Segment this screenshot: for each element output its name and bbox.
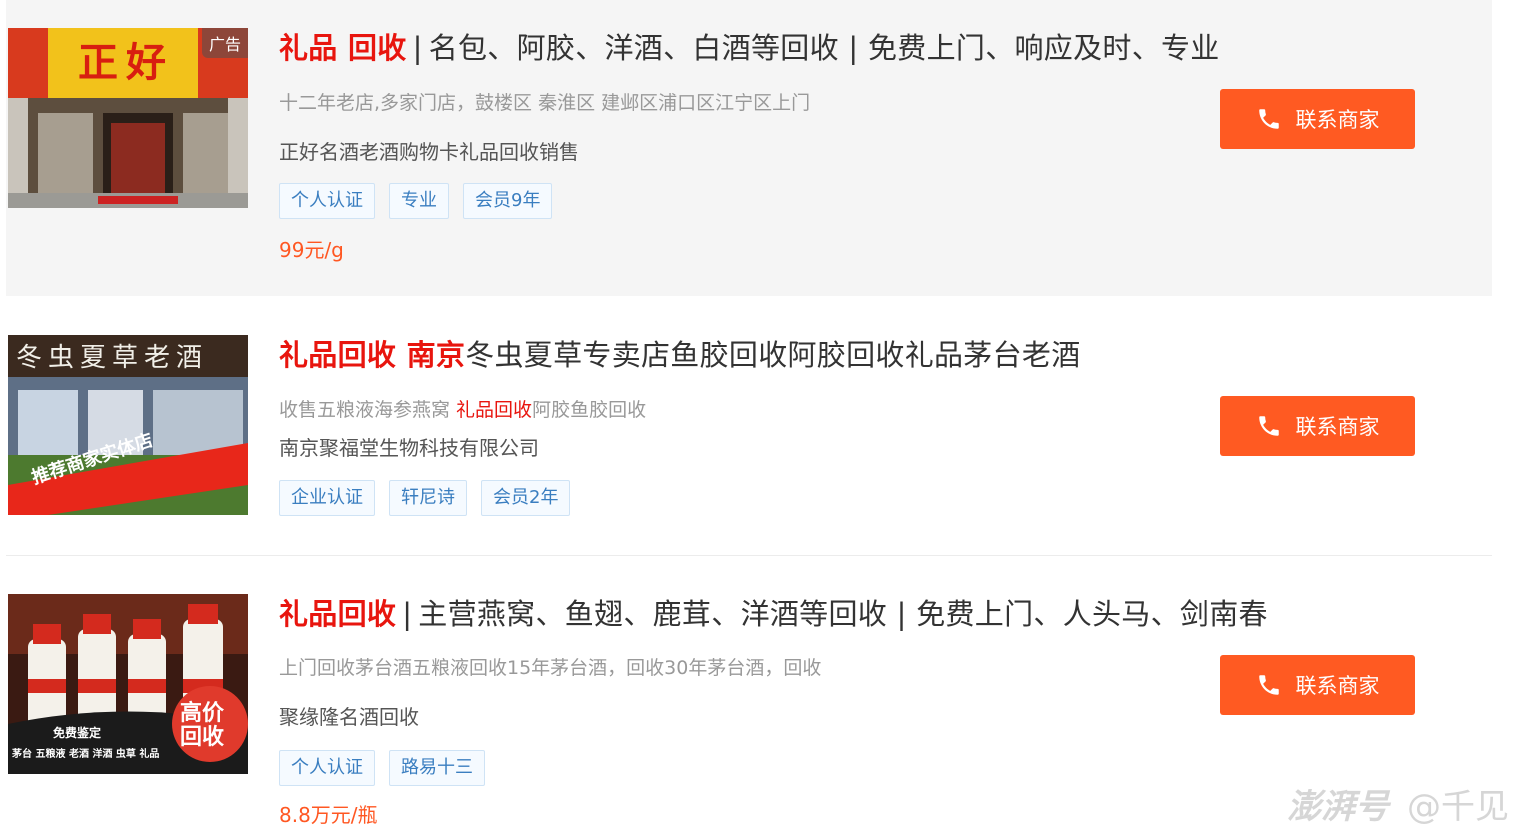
tag-list-1: 个人认证 专业 会员9年	[279, 183, 553, 219]
title-text: 主营燕窝、鱼翅、鹿茸、洋酒等回收 | 免费上门、人头马、剑南春	[418, 597, 1268, 631]
tag-category: 路易十三	[389, 750, 485, 786]
contact-merchant-button[interactable]: 联系商家	[1220, 655, 1415, 715]
tag-category: 轩尼诗	[389, 480, 467, 516]
desc-suffix: 阿胶鱼胶回收	[532, 399, 647, 421]
contact-button-label: 联系商家	[1295, 674, 1380, 698]
watermark-author: @千见	[1407, 787, 1509, 827]
listing-title-2[interactable]: 礼品回收 南京冬虫夏草专卖店鱼胶回收阿胶回收礼品茅台老酒	[279, 337, 1081, 373]
tag-list-2: 企业认证 轩尼诗 会员2年	[279, 480, 571, 516]
desc-highlight: 礼品回收	[456, 399, 533, 421]
thumb-badge-line-2: 回收	[180, 725, 225, 750]
tag-membership: 会员9年	[463, 183, 553, 219]
watermark: 澎湃号 @千见	[1287, 779, 1509, 828]
store-thumbnail-3[interactable]: 免费鉴定 茅台 五粮液 老酒 洋酒 虫草 礼品 高价 回收	[8, 594, 248, 774]
thumb-badge-line-1: 高价	[180, 701, 225, 726]
contact-button-label: 联系商家	[1295, 415, 1380, 439]
thumb-badge: 高价 回收	[180, 702, 224, 750]
tag-verification: 个人认证	[279, 183, 375, 219]
store-thumbnail-1[interactable]: 正好 广告	[8, 28, 248, 208]
title-text: 名包、阿胶、洋酒、白酒等回收 | 免费上门、响应及时、专业	[428, 31, 1220, 65]
desc-prefix: 收售五粮液海参燕窝	[279, 399, 457, 421]
tag-membership: 会员2年	[481, 480, 571, 516]
store-thumbnail-2[interactable]: 冬虫夏草老酒 推荐商家实体店	[8, 335, 248, 515]
company-name-2[interactable]: 南京聚福堂生物科技有限公司	[279, 435, 539, 461]
price-1: 99元/g	[279, 238, 344, 262]
phone-icon	[1258, 109, 1279, 129]
tag-verification: 个人认证	[279, 750, 375, 786]
contact-button-label: 联系商家	[1295, 108, 1380, 132]
listing-title-1[interactable]: 礼品 回收 | 名包、阿胶、洋酒、白酒等回收 | 免费上门、响应及时、专业	[279, 30, 1220, 66]
title-text: 冬虫夏草专卖店鱼胶回收阿胶回收礼品茅台老酒	[465, 338, 1081, 372]
listing-description-1: 十二年老店,多家门店，鼓楼区 秦淮区 建邺区浦口区江宁区上门	[279, 92, 811, 114]
listing-card-2[interactable]: 冬虫夏草老酒 推荐商家实体店 礼品回收 南京冬虫夏草专卖店鱼胶回收阿胶回收礼品茅…	[6, 296, 1492, 556]
company-name-1[interactable]: 正好名酒老酒购物卡礼品回收销售	[279, 139, 579, 165]
ad-badge: 广告	[201, 28, 248, 58]
title-keyword: 礼品回收	[279, 597, 397, 631]
thumb-strip-title: 免费鉴定	[53, 726, 102, 740]
listing-title-3[interactable]: 礼品回收 | 主营燕窝、鱼翅、鹿茸、洋酒等回收 | 免费上门、人头马、剑南春	[279, 596, 1268, 632]
company-name-3[interactable]: 聚缘隆名酒回收	[279, 704, 419, 730]
title-keyword: 礼品 回收	[279, 31, 407, 65]
contact-merchant-button[interactable]: 联系商家	[1220, 396, 1415, 456]
watermark-brand: 澎湃号	[1287, 787, 1389, 827]
tag-list-3: 个人认证 路易十三	[279, 750, 485, 786]
thumb-strip-items: 茅台 五粮液 老酒 洋酒 虫草 礼品	[12, 749, 160, 760]
store-sign-text: 正好	[78, 39, 174, 86]
listing-description-3: 上门回收茅台酒五粮液回收15年茅台酒，回收30年茅台酒，回收	[279, 657, 822, 679]
listing-description-2: 收售五粮液海参燕窝 礼品回收阿胶鱼胶回收	[279, 397, 646, 423]
listing-card-3[interactable]: 免费鉴定 茅台 五粮液 老酒 洋酒 虫草 礼品 高价 回收 礼品回收 | 主营燕窝、…	[6, 556, 1492, 836]
tag-category: 专业	[389, 183, 449, 219]
phone-icon	[1258, 416, 1279, 436]
title-separator: |	[402, 597, 413, 631]
store-sign-text: 冬虫夏草老酒	[16, 343, 209, 373]
price-3: 8.8万元/瓶	[279, 803, 378, 827]
phone-icon	[1258, 675, 1279, 695]
title-keyword: 礼品回收 南京	[279, 338, 466, 372]
listing-card-1[interactable]: 正好 广告 礼品 回收 | 名包、阿胶、洋酒、白酒等回收 | 免费上门、响应及时、专…	[6, 0, 1492, 296]
title-separator: |	[412, 31, 423, 65]
contact-merchant-button[interactable]: 联系商家	[1220, 89, 1415, 149]
tag-verification: 企业认证	[279, 480, 375, 516]
